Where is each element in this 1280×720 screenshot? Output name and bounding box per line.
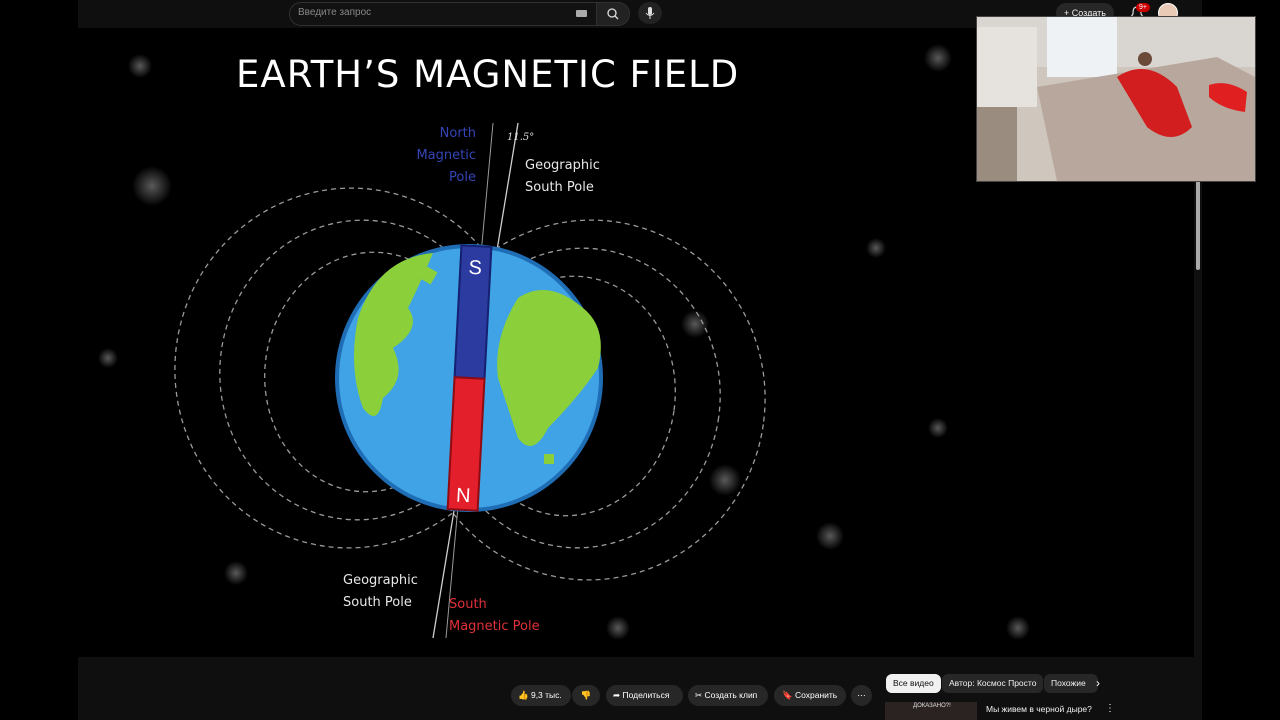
magnet-letter-top: S — [468, 257, 482, 280]
clip-button[interactable]: ✂ Создать клип — [688, 685, 768, 706]
chip-author[interactable]: Автор: Космос Просто — [942, 674, 1044, 693]
geographic-south-pole-bottom-label: Geographic South Pole — [343, 570, 418, 614]
thumbnail-text: ДОКАЗАНО?! — [913, 703, 951, 709]
label-line: North — [439, 126, 476, 141]
recommendation-title-line: Мы живем в черной дыре? — [986, 704, 1092, 714]
dislike-button[interactable]: 👎 — [572, 685, 600, 706]
like-count: 9,3 тыс. — [530, 690, 562, 700]
voice-search-button[interactable] — [638, 2, 662, 24]
search-placeholder: Введите запрос — [298, 7, 372, 18]
thumbs-down-icon: 👎 — [580, 690, 592, 700]
label-line: Geographic — [343, 573, 418, 588]
recommendation-menu-icon[interactable]: ⋮ — [1105, 703, 1115, 714]
label-line: South Pole — [343, 595, 412, 610]
magnet-letter-bottom: N — [456, 484, 472, 507]
chip-related[interactable]: Похожие — [1044, 674, 1098, 693]
label-line: South Pole — [525, 180, 594, 195]
share-button[interactable]: ➦ Поделиться — [606, 685, 683, 706]
share-label: Поделиться — [622, 690, 670, 700]
scissors-icon: ✂ — [695, 690, 703, 700]
more-actions-button[interactable]: ⋯ — [851, 685, 872, 706]
north-magnetic-pole-label: North Magnetic Pole — [390, 123, 476, 189]
south-magnetic-pole-label: South Magnetic Pole — [449, 594, 540, 638]
bookmark-icon: 🔖 — [782, 690, 793, 700]
webcam-image — [977, 17, 1255, 181]
like-button[interactable]: 👍 9,3 тыс. — [511, 685, 571, 706]
keyboard-icon[interactable] — [576, 10, 587, 17]
more-icon: ⋯ — [857, 690, 866, 700]
notification-badge: 9+ — [1136, 3, 1150, 12]
label-line: Geographic — [525, 158, 600, 173]
video-slide-title: EARTH’S MAGNETIC FIELD — [236, 53, 740, 96]
recommendation-thumbnail[interactable]: ДОКАЗАНО?! — [885, 702, 977, 720]
recommendation-title[interactable]: Мы живем в черной дыре? — [986, 704, 1092, 714]
chevron-right-icon[interactable]: › — [1096, 676, 1100, 690]
label-line: Magnetic Pole — [416, 148, 476, 185]
chip-all-videos[interactable]: Все видео — [886, 674, 941, 693]
search-input[interactable]: Введите запрос — [289, 2, 598, 26]
scrollbar-thumb[interactable] — [1196, 180, 1200, 270]
save-label: Сохранить — [794, 690, 838, 700]
geographic-south-pole-top-label: Geographic South Pole — [525, 155, 600, 199]
mic-icon — [645, 7, 655, 19]
share-icon: ➦ — [613, 690, 621, 700]
search-button[interactable] — [596, 2, 630, 26]
webcam-overlay — [976, 16, 1256, 182]
search-icon — [607, 8, 619, 20]
angle-label: 11.5° — [507, 132, 534, 143]
clip-label: Создать клип — [704, 690, 758, 700]
label-line: Magnetic Pole — [449, 619, 540, 634]
thumbs-up-icon: 👍 — [518, 690, 529, 700]
save-button[interactable]: 🔖 Сохранить — [774, 685, 846, 706]
label-line: South — [449, 597, 487, 612]
